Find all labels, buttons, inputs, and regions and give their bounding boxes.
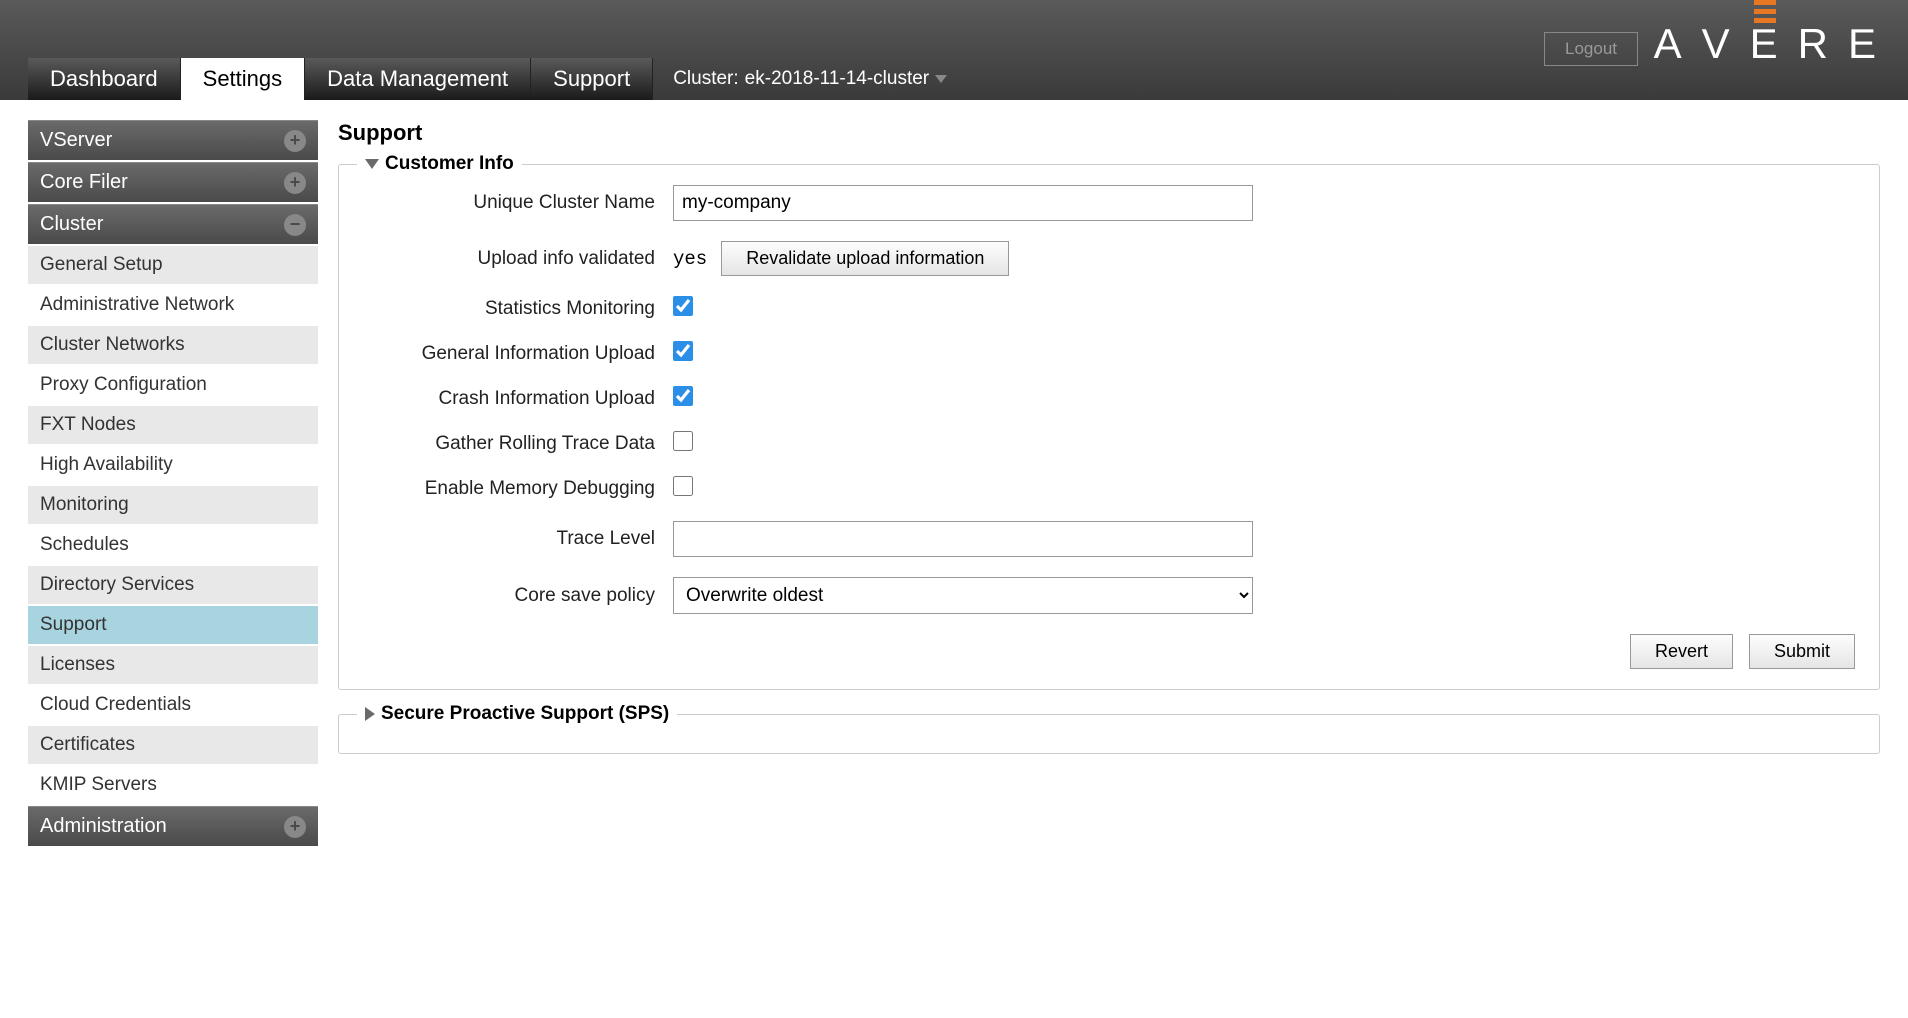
sidebar-section-label: Administration: [40, 815, 167, 838]
row-stats-monitoring: Statistics Monitoring: [363, 296, 1855, 321]
sidebar-section-core-filer[interactable]: Core Filer: [28, 162, 318, 202]
chevron-down-icon: [935, 75, 947, 83]
sidebar-section-cluster[interactable]: Cluster: [28, 204, 318, 244]
input-cluster-name[interactable]: [673, 185, 1253, 221]
sidebar-item-general-setup[interactable]: General Setup: [28, 246, 318, 284]
sidebar-section-label: VServer: [40, 129, 112, 152]
sidebar-item-proxy-configuration[interactable]: Proxy Configuration: [28, 366, 318, 404]
row-memory-debug: Enable Memory Debugging: [363, 476, 1855, 501]
label-upload-validated: Upload info validated: [363, 248, 673, 270]
main-tabs: Dashboard Settings Data Management Suppo…: [28, 58, 967, 100]
sidebar-section-label: Cluster: [40, 213, 103, 236]
plus-icon: [284, 816, 306, 838]
checkbox-general-upload[interactable]: [673, 341, 693, 361]
sidebar-item-schedules[interactable]: Schedules: [28, 526, 318, 564]
upload-validated-value: yes: [673, 248, 707, 270]
content-area: VServer Core Filer Cluster General Setup…: [0, 100, 1908, 868]
label-trace-level: Trace Level: [363, 528, 673, 550]
logo-letter-a: A: [1654, 20, 1684, 68]
logo-letter-e: E: [1750, 20, 1780, 68]
logo-e-accent-icon: [1750, 0, 1780, 23]
label-cluster-name: Unique Cluster Name: [363, 192, 673, 214]
row-trace-level: Trace Level: [363, 521, 1855, 557]
label-memory-debug: Enable Memory Debugging: [363, 478, 673, 500]
fieldset-sps: Secure Proactive Support (SPS): [338, 714, 1880, 754]
checkbox-crash-upload[interactable]: [673, 386, 693, 406]
cluster-selector[interactable]: Cluster: ek-2018-11-14-cluster: [653, 58, 967, 100]
sidebar-item-cluster-networks[interactable]: Cluster Networks: [28, 326, 318, 364]
sidebar-item-fxt-nodes[interactable]: FXT Nodes: [28, 406, 318, 444]
label-core-save: Core save policy: [363, 585, 673, 607]
brand-logo: A V E R E: [1654, 20, 1878, 68]
row-general-upload: General Information Upload: [363, 341, 1855, 366]
minus-icon: [284, 214, 306, 236]
logo-letter-e2: E: [1848, 20, 1878, 68]
fieldset-legend-sps[interactable]: Secure Proactive Support (SPS): [357, 703, 677, 725]
header-bar: Logout A V E R E Dashboard Settings Data…: [0, 0, 1908, 100]
sidebar-item-certificates[interactable]: Certificates: [28, 726, 318, 764]
sidebar-item-monitoring[interactable]: Monitoring: [28, 486, 318, 524]
fieldset-legend-customer-info[interactable]: Customer Info: [357, 153, 522, 175]
plus-icon: [284, 130, 306, 152]
row-cluster-name: Unique Cluster Name: [363, 185, 1855, 221]
fieldset-customer-info: Customer Info Unique Cluster Name Upload…: [338, 164, 1880, 690]
sidebar-item-directory-services[interactable]: Directory Services: [28, 566, 318, 604]
input-trace-level[interactable]: [673, 521, 1253, 557]
tab-support[interactable]: Support: [531, 58, 653, 100]
logout-button[interactable]: Logout: [1544, 32, 1638, 66]
checkbox-rolling-trace[interactable]: [673, 431, 693, 451]
sidebar-section-vserver[interactable]: VServer: [28, 120, 318, 160]
tab-settings[interactable]: Settings: [181, 58, 306, 100]
select-core-save[interactable]: Overwrite oldest: [673, 577, 1253, 614]
legend-text: Customer Info: [385, 153, 514, 175]
sidebar-item-support[interactable]: Support: [28, 606, 318, 644]
revalidate-button[interactable]: Revalidate upload information: [721, 241, 1009, 276]
sidebar-item-licenses[interactable]: Licenses: [28, 646, 318, 684]
sidebar-item-high-availability[interactable]: High Availability: [28, 446, 318, 484]
sidebar-item-cloud-credentials[interactable]: Cloud Credentials: [28, 686, 318, 724]
row-rolling-trace: Gather Rolling Trace Data: [363, 431, 1855, 456]
sidebar-section-administration[interactable]: Administration: [28, 806, 318, 846]
tab-dashboard[interactable]: Dashboard: [28, 58, 181, 100]
main-panel: Support Customer Info Unique Cluster Nam…: [338, 120, 1880, 848]
label-crash-upload: Crash Information Upload: [363, 388, 673, 410]
label-stats-monitoring: Statistics Monitoring: [363, 298, 673, 320]
cluster-name: ek-2018-11-14-cluster: [745, 68, 929, 90]
sidebar-item-administrative-network[interactable]: Administrative Network: [28, 286, 318, 324]
sidebar: VServer Core Filer Cluster General Setup…: [28, 120, 318, 848]
logo-letter-r: R: [1798, 20, 1830, 68]
logo-letter-v: V: [1702, 20, 1732, 68]
sidebar-section-label: Core Filer: [40, 171, 128, 194]
sidebar-item-kmip-servers[interactable]: KMIP Servers: [28, 766, 318, 804]
cluster-prefix: Cluster:: [673, 68, 738, 90]
page-title: Support: [338, 120, 1880, 146]
submit-button[interactable]: Submit: [1749, 634, 1855, 669]
label-general-upload: General Information Upload: [363, 343, 673, 365]
revert-button[interactable]: Revert: [1630, 634, 1733, 669]
chevron-right-icon: [365, 707, 375, 721]
legend-text: Secure Proactive Support (SPS): [381, 703, 669, 725]
checkbox-memory-debug[interactable]: [673, 476, 693, 496]
button-row: Revert Submit: [363, 634, 1855, 669]
row-crash-upload: Crash Information Upload: [363, 386, 1855, 411]
plus-icon: [284, 172, 306, 194]
row-core-save: Core save policy Overwrite oldest: [363, 577, 1855, 614]
chevron-down-icon: [365, 159, 379, 169]
sidebar-cluster-items: General SetupAdministrative NetworkClust…: [28, 246, 318, 804]
checkbox-stats-monitoring[interactable]: [673, 296, 693, 316]
tab-data-management[interactable]: Data Management: [305, 58, 531, 100]
label-rolling-trace: Gather Rolling Trace Data: [363, 433, 673, 455]
row-upload-validated: Upload info validated yes Revalidate upl…: [363, 241, 1855, 276]
